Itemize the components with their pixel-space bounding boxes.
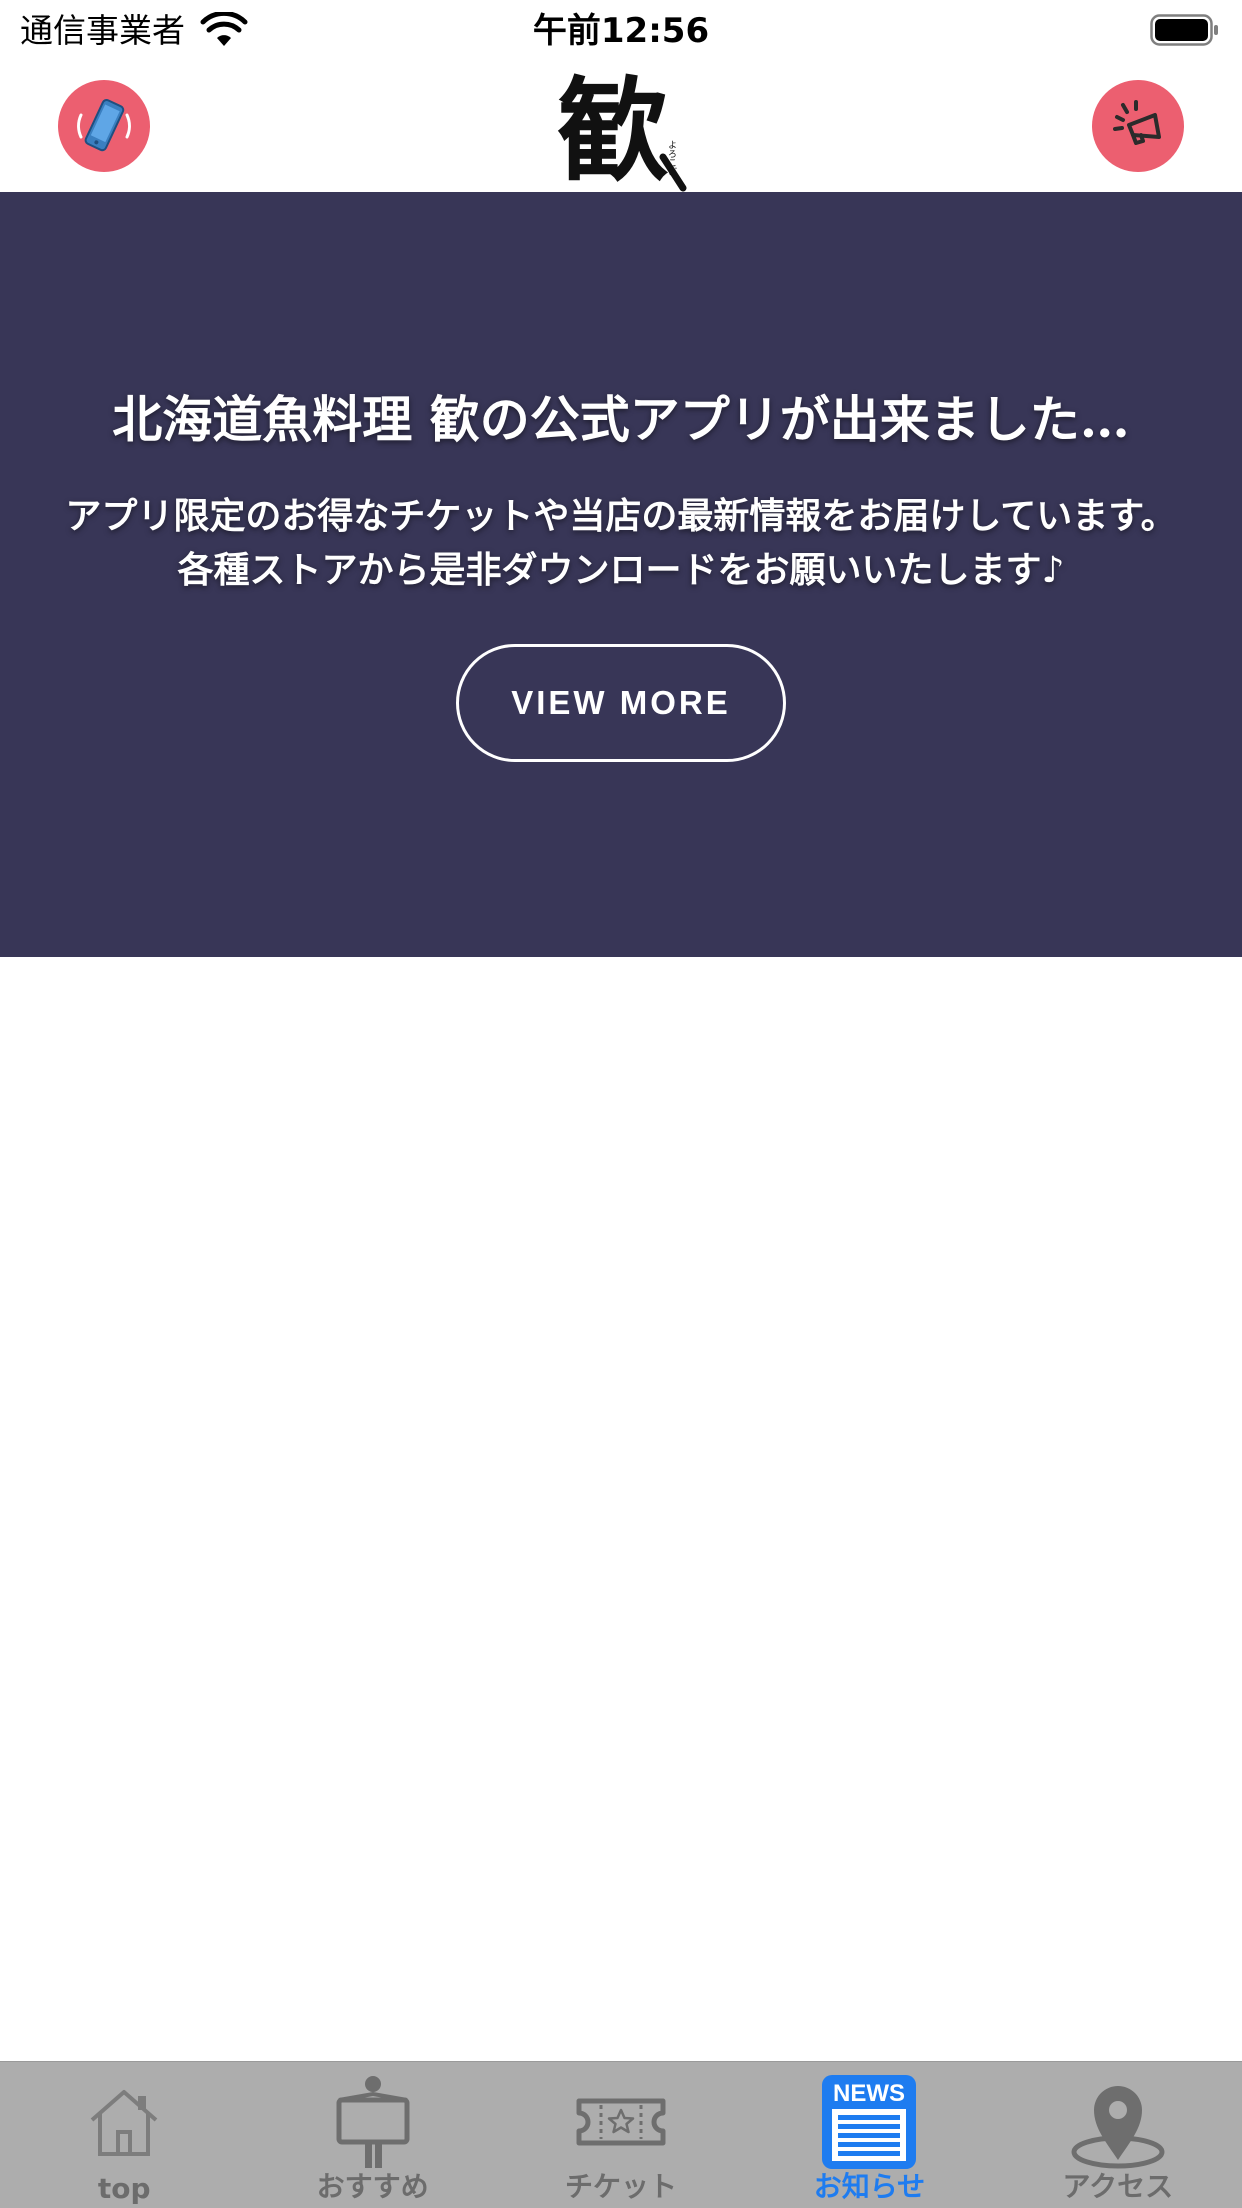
home-icon	[90, 2090, 158, 2156]
svg-text:NEWS: NEWS	[833, 2080, 905, 2107]
ticket-icon	[576, 2098, 666, 2146]
status-time: 午前12:56	[532, 11, 710, 51]
tab-top[interactable]: top	[0, 2062, 248, 2208]
tab-recommend[interactable]: おすすめ	[248, 2062, 496, 2208]
tab-recommend-label: おすすめ	[316, 2170, 429, 2203]
map-pin-icon	[1071, 2086, 1165, 2169]
tab-access-label: アクセス	[1062, 2170, 1174, 2203]
app-screen: 通信事業者 午前12:56 歓 よろこび 北海道魚料理 歓の公式アプリが出来まし…	[0, 0, 1242, 2208]
status-bar: 通信事業者 午前12:56	[0, 0, 1242, 62]
hero-banner: 北海道魚料理 歓の公式アプリが出来ました… アプリ限定のお得なチケットや当店の最…	[0, 192, 1242, 957]
phone-ringing-icon	[77, 99, 131, 152]
tab-news[interactable]: NEWS お知らせ	[745, 2062, 993, 2208]
tab-news-label: お知らせ	[813, 2170, 926, 2203]
tab-top-label: top	[97, 2172, 151, 2205]
megaphone-button[interactable]	[1092, 80, 1184, 172]
brand-logo: 歓 よろこび	[557, 66, 687, 192]
phone-button[interactable]	[58, 80, 150, 172]
signboard-person-icon	[336, 2076, 410, 2168]
tab-ticket[interactable]: チケット	[497, 2062, 745, 2208]
tab-access[interactable]: アクセス	[994, 2062, 1242, 2208]
tab-ticket-label: チケット	[565, 2170, 678, 2203]
hero-title: 北海道魚料理 歓の公式アプリが出来ました…	[112, 390, 1130, 449]
news-icon: NEWS	[822, 2075, 917, 2169]
battery-icon	[1150, 14, 1218, 46]
hero-description: アプリ限定のお得なチケットや当店の最新情報をお届けしています。 各種ストアから是…	[65, 496, 1177, 591]
nav-header: 歓 よろこび	[0, 62, 1242, 192]
svg-text:歓: 歓	[557, 66, 669, 192]
tab-bar: top おすすめ チケット NEWS お知らせ アクセス	[0, 2061, 1242, 2208]
megaphone-icon	[1113, 100, 1161, 145]
view-more-button[interactable]: VIEW MORE	[456, 644, 786, 762]
